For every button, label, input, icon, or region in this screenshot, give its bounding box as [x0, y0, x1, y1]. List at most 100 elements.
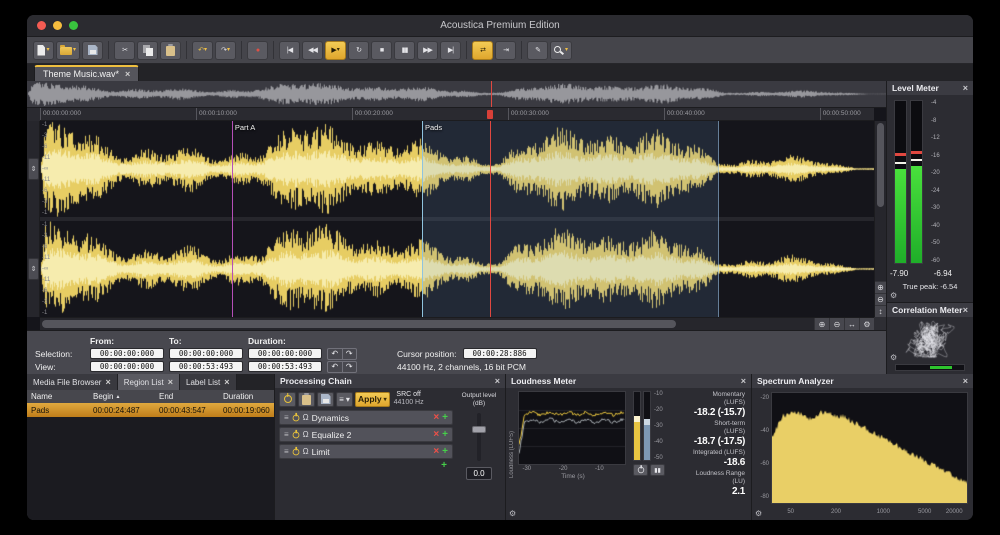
column-end[interactable]: End — [155, 392, 219, 401]
remove-effect-icon[interactable]: × — [433, 430, 439, 440]
effect-power-icon[interactable] — [292, 448, 299, 455]
open-file-button[interactable]: ▾ — [56, 41, 80, 60]
chain-menu-button[interactable]: ≡▾ — [336, 392, 353, 407]
zoom-in-button[interactable]: ⊕ — [814, 318, 829, 330]
zoom-out-button[interactable]: ⊖ — [829, 318, 844, 330]
spectrum-wrench-icon[interactable]: ⚙ — [755, 510, 762, 518]
column-duration[interactable]: Duration — [219, 392, 274, 401]
stop-button[interactable]: ■ — [371, 41, 392, 60]
redo-button[interactable]: ↷▾ — [215, 41, 236, 60]
drag-handle-icon[interactable]: ≡ — [284, 447, 289, 456]
view-redo-icon[interactable]: ↷ — [342, 362, 357, 372]
channel-1-resize-handle[interactable]: ⇕ — [28, 158, 39, 180]
level-meter-wrench-icon[interactable]: ⚙ — [890, 292, 897, 300]
column-name[interactable]: Name — [27, 392, 89, 401]
loudness-pause-button[interactable]: ▮▮ — [650, 464, 665, 476]
play-button[interactable]: ▶▾ — [325, 41, 346, 60]
add-effect-icon[interactable]: + — [442, 413, 448, 423]
time-ruler[interactable]: 00:00:00:00000:00:10:00000:00:20:00000:0… — [40, 108, 874, 121]
horizontal-scrollbar-thumb[interactable] — [42, 320, 676, 328]
chain-paste-button[interactable] — [298, 392, 315, 407]
effect-row-limit[interactable]: ≡ Ω Limit × + — [279, 444, 453, 459]
add-effect-button[interactable]: + — [441, 461, 447, 471]
close-spectrum-analyzer-icon[interactable]: × — [963, 376, 968, 386]
effect-power-icon[interactable] — [292, 414, 299, 421]
correlation-wrench-icon[interactable]: ⚙ — [890, 354, 897, 362]
zoom-fit-button[interactable]: ↔ — [844, 318, 859, 330]
view-from-field[interactable]: 00:00:00:000 — [90, 361, 164, 372]
vertical-zoom-fit-button[interactable]: ↕ — [875, 305, 886, 317]
selection-to-field[interactable]: 00:00:00:000 — [169, 348, 243, 359]
output-level-value[interactable]: 0.0 — [466, 467, 492, 480]
add-effect-icon[interactable]: + — [442, 447, 448, 457]
headphones-icon[interactable]: Ω — [303, 447, 309, 456]
pause-button[interactable]: ▮▮ — [394, 41, 415, 60]
cursor-position-field[interactable]: 00:00:28:886 — [463, 348, 537, 359]
selection-redo-icon[interactable]: ↷ — [342, 349, 357, 359]
record-button[interactable]: ● — [247, 41, 268, 60]
selection-undo-icon[interactable]: ↶ — [328, 349, 342, 359]
remove-effect-icon[interactable]: × — [433, 447, 439, 457]
horizontal-scrollbar[interactable]: ⊕ ⊖ ↔ ⚙ — [40, 317, 874, 330]
add-effect-icon[interactable]: + — [442, 430, 448, 440]
selection-from-field[interactable]: 00:00:00:000 — [90, 348, 164, 359]
loop-button[interactable]: ↻ — [348, 41, 369, 60]
close-loudness-meter-icon[interactable]: × — [741, 376, 746, 386]
loudness-power-button[interactable] — [633, 464, 648, 476]
tab-media-file-browser[interactable]: Media File Browser × — [27, 374, 118, 390]
drag-handle-icon[interactable]: ≡ — [284, 430, 289, 439]
save-button[interactable] — [82, 41, 103, 60]
close-processing-chain-icon[interactable]: × — [495, 376, 500, 386]
editor-settings-wrench-icon[interactable]: ⚙ — [859, 318, 874, 330]
close-tab-icon[interactable]: × — [105, 378, 110, 387]
close-correlation-meter-icon[interactable]: × — [963, 305, 968, 315]
effect-row-equalize[interactable]: ≡ Ω Equalize 2 × + — [279, 427, 453, 442]
tab-label-list[interactable]: Label List × — [180, 374, 237, 390]
headphones-icon[interactable]: Ω — [303, 430, 309, 439]
waveform-area[interactable]: -1-3-6-11-∞-11-6-3-1 -1-3-6-11-∞-11-6-3-… — [40, 121, 874, 317]
view-duration-field[interactable]: 00:00:53:493 — [248, 361, 322, 372]
cut-button[interactable]: ✂ — [114, 41, 135, 60]
fast-forward-button[interactable]: ▶▶ — [417, 41, 438, 60]
edit-tool-button[interactable]: ✎ — [527, 41, 548, 60]
output-level-slider[interactable] — [477, 413, 481, 461]
output-level-slider-thumb[interactable] — [472, 426, 486, 433]
tab-region-list[interactable]: Region List × — [118, 374, 180, 390]
headphones-icon[interactable]: Ω — [303, 413, 309, 422]
zoom-tool-button[interactable]: ▾ — [550, 41, 572, 60]
go-to-start-button[interactable]: |◀ — [279, 41, 300, 60]
apply-button[interactable]: Apply▾ — [355, 392, 390, 407]
channel-2-resize-handle[interactable]: ⇕ — [28, 258, 39, 280]
marker-part-a[interactable]: Part A — [232, 121, 233, 317]
close-tab-icon[interactable]: × — [125, 70, 130, 79]
vertical-zoom-in-button[interactable]: ⊕ — [875, 281, 886, 293]
minimize-window-button[interactable] — [53, 21, 62, 30]
overview-waveform[interactable] — [27, 81, 886, 107]
maximize-window-button[interactable] — [69, 21, 78, 30]
undo-button[interactable]: ↶▾ — [192, 41, 213, 60]
view-to-field[interactable]: 00:00:53:493 — [169, 361, 243, 372]
chain-save-button[interactable] — [317, 392, 334, 407]
go-to-end-button[interactable]: ▶| — [440, 41, 461, 60]
overview-waveform-canvas[interactable] — [27, 82, 886, 106]
chain-power-button[interactable] — [279, 392, 296, 407]
close-window-button[interactable] — [37, 21, 46, 30]
selection-duration-field[interactable]: 00:00:00:000 — [248, 348, 322, 359]
selection-region[interactable] — [422, 121, 719, 317]
effect-power-icon[interactable] — [292, 431, 299, 438]
effect-row-dynamics[interactable]: ≡ Ω Dynamics × + — [279, 410, 453, 425]
vertical-scrollbar-thumb[interactable] — [877, 123, 884, 207]
table-row[interactable]: Pads 00:00:24:487 00:00:43:547 00:00:19:… — [27, 403, 274, 417]
loudness-wrench-icon[interactable]: ⚙ — [509, 510, 516, 518]
paste-button[interactable] — [160, 41, 181, 60]
rewind-button[interactable]: ◀◀ — [302, 41, 323, 60]
vertical-scrollbar[interactable]: ⊕ ⊖ ↕ — [874, 121, 886, 317]
marker-pads[interactable]: Pads — [422, 121, 423, 317]
column-begin[interactable]: Begin▲ — [89, 392, 155, 401]
close-tab-icon[interactable]: × — [168, 378, 173, 387]
playhead-handle[interactable] — [487, 110, 493, 119]
copy-button[interactable] — [137, 41, 158, 60]
document-tab[interactable]: Theme Music.wav* × — [34, 65, 139, 81]
remove-effect-icon[interactable]: × — [433, 413, 439, 423]
follow-cursor-toggle[interactable]: ⇥ — [495, 41, 516, 60]
